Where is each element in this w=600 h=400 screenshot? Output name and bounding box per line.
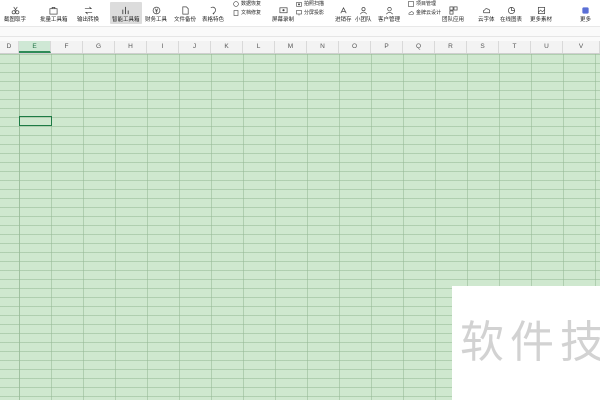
ribbon-label: 更多 bbox=[580, 17, 592, 23]
column-header-l[interactable]: L bbox=[243, 41, 275, 53]
project-icon bbox=[408, 1, 414, 7]
ribbon-label: 智能工具箱 bbox=[112, 17, 140, 23]
column-header-v[interactable]: V bbox=[563, 41, 600, 53]
column-header-n[interactable]: N bbox=[307, 41, 339, 53]
column-header-t[interactable]: T bbox=[499, 41, 531, 53]
ribbon-item-batch-toolbox[interactable]: 批量工具箱 bbox=[40, 2, 68, 24]
column-header-u[interactable]: U bbox=[531, 41, 563, 53]
ribbon-item-screen-record[interactable]: 屏幕录制 bbox=[272, 2, 294, 24]
ribbon-label: 表格特色 bbox=[202, 17, 225, 23]
table-feature-icon bbox=[209, 6, 218, 15]
ribbon-label: 云字体 bbox=[478, 17, 495, 23]
column-header-r[interactable]: R bbox=[435, 41, 467, 53]
column-header-h[interactable]: H bbox=[115, 41, 147, 53]
project-management-button[interactable]: 项目管理 bbox=[408, 1, 441, 7]
ribbon-item-screenshot[interactable]: 截图取字 bbox=[4, 2, 26, 24]
projection-icon bbox=[296, 10, 302, 16]
ribbon-toolbar: 截图取字 批量工具箱 输出转换 智能工具箱 财务工具 文件备份 表格特色 数据恢… bbox=[0, 0, 600, 26]
data-recovery-button[interactable]: 数据恢复 bbox=[233, 1, 261, 7]
doc-repair-icon bbox=[233, 10, 239, 16]
ribbon-label: 更多素材 bbox=[530, 17, 553, 23]
camera-icon bbox=[296, 1, 302, 7]
ribbon-item-table-feature[interactable]: 表格特色 bbox=[202, 2, 224, 24]
formula-bar[interactable] bbox=[0, 27, 600, 41]
column-header: D E F G H I J K L M N O P Q R S T U V bbox=[0, 41, 600, 54]
column-header-g[interactable]: G bbox=[83, 41, 115, 53]
column-header-d[interactable]: D bbox=[0, 41, 19, 53]
online-chart-icon bbox=[507, 6, 516, 15]
cloud-design-icon bbox=[408, 10, 414, 16]
smart-toolbox-icon bbox=[121, 6, 130, 15]
team-app-icon bbox=[449, 6, 458, 15]
stack-label: 分屏投影 bbox=[304, 10, 325, 16]
selected-cell[interactable] bbox=[19, 116, 52, 126]
formula-divider bbox=[0, 36, 600, 37]
ribbon-item-smart-toolbox[interactable]: 智能工具箱 bbox=[110, 2, 142, 24]
scissors-icon bbox=[11, 6, 20, 15]
column-header-e[interactable]: E bbox=[19, 41, 51, 53]
ribbon-label: 团队应用 bbox=[442, 17, 465, 23]
photo-scan-button[interactable]: 拍照扫描 bbox=[296, 1, 324, 7]
ribbon-label: 在线图表 bbox=[500, 17, 523, 23]
ribbon-label: 客户管理 bbox=[378, 17, 401, 23]
backup-icon bbox=[181, 6, 190, 15]
ribbon-label: 批量工具箱 bbox=[40, 17, 68, 23]
stack-label: 数据恢复 bbox=[241, 1, 262, 7]
column-header-k[interactable]: K bbox=[211, 41, 243, 53]
ribbon-label: 文件备份 bbox=[174, 17, 197, 23]
stack-label: 拍照扫描 bbox=[304, 1, 325, 7]
convert-icon bbox=[84, 6, 93, 15]
toolbox-icon bbox=[49, 6, 58, 15]
screen-record-icon bbox=[279, 6, 288, 15]
cloud-font-icon bbox=[482, 6, 491, 15]
inventory-icon bbox=[339, 6, 348, 15]
stack-label: 项目管理 bbox=[416, 1, 437, 7]
ribbon-label: 进销存 bbox=[335, 17, 352, 23]
ribbon-item-team-app[interactable]: 团队应用 bbox=[442, 2, 464, 24]
ribbon-item-inventory[interactable]: 进销存 bbox=[335, 2, 352, 24]
ribbon-label: 屏幕录制 bbox=[272, 17, 295, 23]
ribbon-stack-scan: 拍照扫描 分屏投影 bbox=[296, 1, 324, 16]
ribbon-item-more[interactable]: 更多 bbox=[580, 2, 591, 24]
column-header-o[interactable]: O bbox=[339, 41, 371, 53]
ribbon-item-customer-management[interactable]: 客户管理 bbox=[378, 2, 400, 24]
ribbon-label: 财务工具 bbox=[145, 17, 168, 23]
ribbon-item-output-convert[interactable]: 输出转换 bbox=[77, 2, 99, 24]
ribbon-stack-recovery: 数据恢复 文档修复 bbox=[233, 1, 261, 16]
customer-icon bbox=[385, 6, 394, 15]
ribbon-item-cloud-font[interactable]: 云字体 bbox=[478, 2, 495, 24]
ribbon-item-online-chart[interactable]: 在线图表 bbox=[500, 2, 522, 24]
ribbon-label: 输出转换 bbox=[77, 17, 100, 23]
ribbon-item-finance-tools[interactable]: 财务工具 bbox=[145, 2, 167, 24]
split-projection-button[interactable]: 分屏投影 bbox=[296, 10, 324, 16]
watermark-text: 软件技 bbox=[460, 317, 600, 368]
ribbon-stack-project: 项目管理 金牌云设计 bbox=[408, 1, 441, 16]
team-icon bbox=[359, 6, 368, 15]
column-header-p[interactable]: P bbox=[371, 41, 403, 53]
more-material-icon bbox=[537, 6, 546, 15]
doc-repair-button[interactable]: 文档修复 bbox=[233, 10, 261, 16]
column-header-q[interactable]: Q bbox=[403, 41, 435, 53]
stack-label: 金牌云设计 bbox=[416, 10, 442, 16]
ribbon-item-file-backup[interactable]: 文件备份 bbox=[174, 2, 196, 24]
column-header-j[interactable]: J bbox=[179, 41, 211, 53]
ribbon-item-more-material[interactable]: 更多素材 bbox=[530, 2, 552, 24]
stack-label: 文档修复 bbox=[241, 10, 262, 16]
column-header-i[interactable]: I bbox=[147, 41, 179, 53]
ribbon-label: 截图取字 bbox=[4, 17, 27, 23]
finance-icon bbox=[152, 6, 161, 15]
column-header-s[interactable]: S bbox=[467, 41, 499, 53]
column-header-m[interactable]: M bbox=[275, 41, 307, 53]
ribbon-label: 小团队 bbox=[355, 17, 372, 23]
recovery-icon bbox=[233, 1, 239, 7]
column-header-f[interactable]: F bbox=[51, 41, 83, 53]
more-icon bbox=[581, 6, 590, 15]
gold-cloud-design-button[interactable]: 金牌云设计 bbox=[408, 10, 441, 16]
ribbon-item-small-team[interactable]: 小团队 bbox=[355, 2, 372, 24]
